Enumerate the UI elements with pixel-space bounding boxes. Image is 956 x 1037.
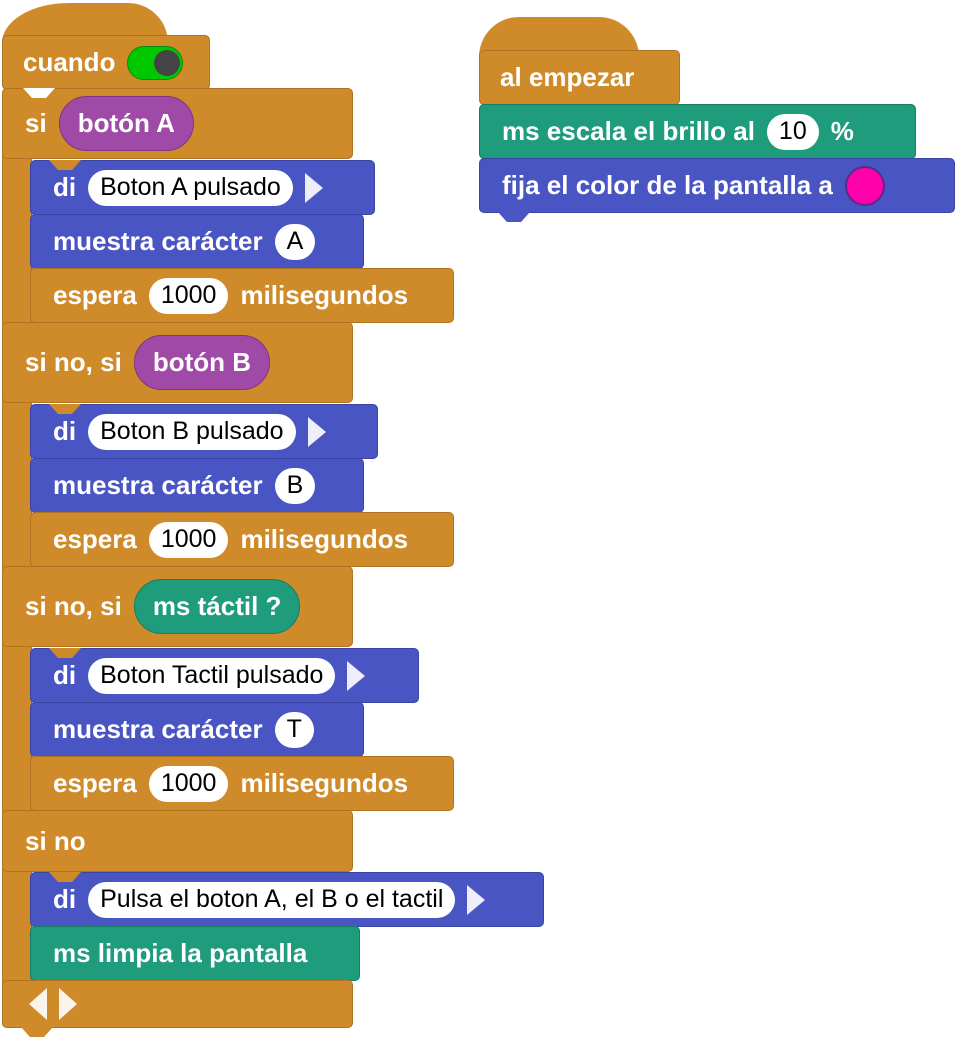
- condition-button-b[interactable]: botón B: [133, 335, 270, 390]
- color-swatch[interactable]: [844, 165, 885, 206]
- show-keyword: muestra carácter: [53, 226, 263, 256]
- else-keyword: si no: [25, 825, 86, 856]
- screen-color-label: fija el color de la pantalla a: [502, 170, 833, 200]
- connector-tab: [21, 1027, 53, 1037]
- elseif-keyword: si no, si: [25, 591, 122, 621]
- expand-arrow-icon[interactable]: [304, 172, 323, 203]
- condition-label: botón A: [77, 108, 175, 138]
- say-keyword: di: [53, 172, 77, 202]
- start-label: al empezar: [500, 62, 635, 92]
- if-branch-header-a[interactable]: si botón A: [2, 88, 353, 159]
- char-field[interactable]: A: [274, 223, 316, 260]
- say-block[interactable]: di Boton Tactil pulsado: [30, 648, 419, 712]
- expand-arrow-icon[interactable]: [467, 884, 486, 915]
- brightness-value-field[interactable]: 10: [766, 113, 819, 150]
- if-branch-header-b[interactable]: si no, si botón B: [2, 322, 353, 403]
- wait-unit: milisegundos: [240, 768, 409, 798]
- condition-label: botón B: [152, 347, 251, 377]
- show-char-block[interactable]: muestra carácter B: [30, 458, 364, 522]
- wait-block[interactable]: espera 1000 milisegundos: [30, 268, 454, 332]
- say-text-field[interactable]: Boton B pulsado: [88, 413, 296, 450]
- if-branch-header-touch[interactable]: si no, si ms táctil ?: [2, 566, 353, 647]
- else-branch-header[interactable]: si no: [2, 810, 353, 872]
- show-keyword: muestra carácter: [53, 470, 263, 500]
- wait-block[interactable]: espera 1000 milisegundos: [30, 512, 454, 576]
- show-char-block[interactable]: muestra carácter T: [30, 702, 364, 766]
- wait-block[interactable]: espera 1000 milisegundos: [30, 756, 454, 820]
- connector-tab: [498, 212, 530, 222]
- brightness-label: ms escala el brillo al: [502, 116, 755, 146]
- say-text-field[interactable]: Pulsa el boton A, el B o el tactil: [88, 881, 456, 918]
- hat-label: cuando: [23, 47, 116, 77]
- clear-label: ms limpia la pantalla: [53, 938, 308, 968]
- add-branch-icon[interactable]: [59, 988, 77, 1020]
- hat-block-start[interactable]: al empezar: [479, 50, 680, 114]
- expand-arrow-icon[interactable]: [347, 660, 366, 691]
- condition-button-a[interactable]: botón A: [58, 96, 194, 151]
- char-field[interactable]: B: [274, 467, 316, 504]
- wait-unit: milisegundos: [240, 280, 409, 310]
- clear-screen-block[interactable]: ms limpia la pantalla: [30, 926, 360, 990]
- say-keyword: di: [53, 416, 77, 446]
- expand-arrow-icon[interactable]: [307, 416, 326, 447]
- wait-value-field[interactable]: 1000: [148, 521, 229, 558]
- wait-value-field[interactable]: 1000: [148, 277, 229, 314]
- brightness-unit: %: [830, 116, 854, 146]
- condition-touch[interactable]: ms táctil ?: [133, 579, 301, 634]
- brightness-block[interactable]: ms escala el brillo al 10 %: [479, 104, 916, 168]
- say-keyword: di: [53, 660, 77, 690]
- condition-label: ms táctil ?: [152, 591, 282, 621]
- say-block[interactable]: di Boton A pulsado: [30, 160, 375, 224]
- if-block-left-arm[interactable]: [2, 88, 32, 1028]
- toggle-knob: [154, 49, 181, 76]
- wait-keyword: espera: [53, 524, 137, 554]
- show-keyword: muestra carácter: [53, 714, 263, 744]
- say-keyword: di: [53, 884, 77, 914]
- say-block[interactable]: di Boton B pulsado: [30, 404, 378, 468]
- say-block[interactable]: di Pulsa el boton A, el B o el tactil: [30, 872, 544, 936]
- screen-color-block[interactable]: fija el color de la pantalla a: [479, 158, 955, 222]
- char-field[interactable]: T: [274, 711, 314, 748]
- remove-branch-icon[interactable]: [29, 988, 47, 1020]
- say-text-field[interactable]: Boton A pulsado: [88, 169, 293, 206]
- wait-keyword: espera: [53, 280, 137, 310]
- toggle-switch[interactable]: [127, 45, 184, 80]
- if-keyword: si: [25, 108, 47, 138]
- hat-block-cuando[interactable]: cuando: [2, 35, 210, 99]
- wait-unit: milisegundos: [240, 524, 409, 554]
- wait-keyword: espera: [53, 768, 137, 798]
- elseif-keyword: si no, si: [25, 347, 122, 377]
- wait-value-field[interactable]: 1000: [148, 765, 229, 802]
- show-char-block[interactable]: muestra carácter A: [30, 214, 364, 278]
- say-text-field[interactable]: Boton Tactil pulsado: [88, 657, 336, 694]
- if-block-footer[interactable]: [2, 980, 353, 1037]
